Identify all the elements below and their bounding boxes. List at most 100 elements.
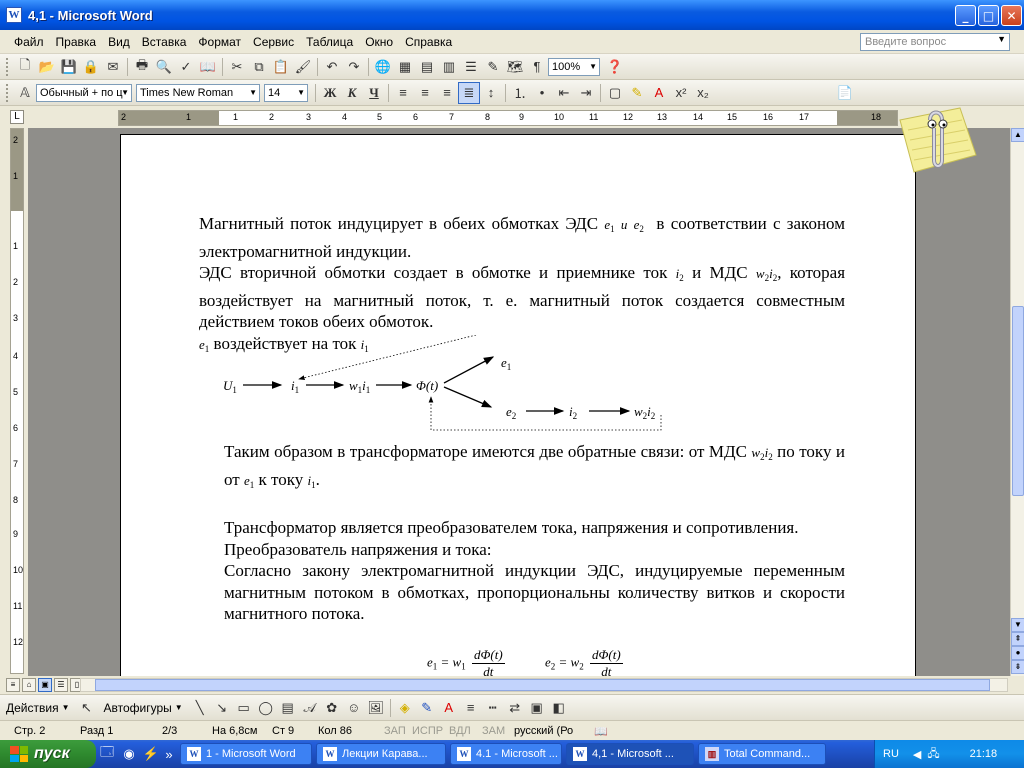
- scrollbar-thumb[interactable]: [95, 679, 990, 691]
- insert-table-icon[interactable]: ▤: [416, 56, 438, 78]
- bullets-icon[interactable]: •: [531, 82, 553, 104]
- status-overtype[interactable]: ЗАМ: [482, 725, 505, 737]
- superscript-icon[interactable]: x²: [670, 82, 692, 104]
- maximize-button[interactable]: □: [978, 5, 999, 26]
- insert-excel-icon[interactable]: ▥: [438, 56, 460, 78]
- scroll-up-icon[interactable]: ▲: [1011, 128, 1024, 142]
- menu-file[interactable]: Файл: [8, 32, 50, 52]
- vertical-ruler[interactable]: 2 1 1 2 3 4 5 6 7 8 9 10 11 12: [10, 128, 24, 674]
- select-objects-icon[interactable]: ↖: [76, 697, 98, 719]
- print-layout-icon[interactable]: ▣: [38, 678, 52, 692]
- paste-icon[interactable]: 📋: [270, 56, 292, 78]
- redo-icon[interactable]: ↷: [343, 56, 365, 78]
- subscript-icon[interactable]: x₂: [692, 82, 714, 104]
- cut-icon[interactable]: ✂: [226, 56, 248, 78]
- increase-indent-icon[interactable]: ⇥: [575, 82, 597, 104]
- align-center-icon[interactable]: ≡: [414, 82, 436, 104]
- previous-page-icon[interactable]: ⇞: [1011, 632, 1024, 646]
- permission-icon[interactable]: 🔒: [80, 56, 102, 78]
- hyperlink-icon[interactable]: 🌐: [372, 56, 394, 78]
- rectangle-tool-icon[interactable]: ▭: [233, 697, 255, 719]
- fill-color-icon[interactable]: ◈: [394, 697, 416, 719]
- align-right-icon[interactable]: ≡: [436, 82, 458, 104]
- document-map-icon[interactable]: 🗺: [504, 56, 526, 78]
- close-button[interactable]: ✕: [1001, 5, 1022, 26]
- new-document-icon[interactable]: 🗋: [14, 56, 36, 78]
- email-icon[interactable]: ✉: [102, 56, 124, 78]
- menu-format[interactable]: Формат: [192, 32, 247, 52]
- menu-tools[interactable]: Сервис: [247, 32, 300, 52]
- language-indicator[interactable]: RU: [883, 748, 899, 760]
- chevron-right-icon[interactable]: »: [162, 743, 176, 765]
- highlight-icon[interactable]: ✎: [626, 82, 648, 104]
- font-color-icon[interactable]: A: [648, 82, 670, 104]
- quick-launch-desktop-icon[interactable]: 🗔: [96, 743, 118, 765]
- document-page[interactable]: Магнитный поток индуцирует в обеих обмот…: [120, 134, 916, 676]
- align-left-icon[interactable]: ≡: [392, 82, 414, 104]
- next-page-icon[interactable]: ⇟: [1011, 660, 1024, 674]
- start-button[interactable]: пуск: [0, 740, 96, 768]
- border-icon[interactable]: ▢: [604, 82, 626, 104]
- status-track-changes[interactable]: ИСПР: [412, 725, 443, 737]
- numbering-icon[interactable]: ⒈: [509, 82, 531, 104]
- shadow-style-icon[interactable]: ▣: [526, 697, 548, 719]
- reading-layout-icon[interactable]: 📄: [834, 82, 856, 104]
- menu-help[interactable]: Справка: [399, 32, 458, 52]
- font-select[interactable]: Times New Roman ▼: [136, 83, 260, 102]
- wordart-icon[interactable]: 𝒜: [299, 697, 321, 719]
- ask-question-input[interactable]: Введите вопрос: [860, 33, 1010, 51]
- menu-edit[interactable]: Правка: [50, 32, 103, 52]
- research-icon[interactable]: 📖: [197, 56, 219, 78]
- save-icon[interactable]: 💾: [58, 56, 80, 78]
- taskbar-item[interactable]: ▥ Total Command...: [698, 743, 826, 765]
- copy-icon[interactable]: ⧉: [248, 56, 270, 78]
- line-color-icon[interactable]: ✎: [416, 697, 438, 719]
- chevron-down-icon[interactable]: ▼: [997, 34, 1006, 44]
- tables-borders-icon[interactable]: ▦: [394, 56, 416, 78]
- font-size-select[interactable]: 14 ▼: [264, 83, 308, 102]
- clip-art-icon[interactable]: ☺: [343, 697, 365, 719]
- print-icon[interactable]: 🖶: [131, 56, 153, 78]
- spelling-icon[interactable]: ✓: [175, 56, 197, 78]
- decrease-indent-icon[interactable]: ⇤: [553, 82, 575, 104]
- quick-launch-opera-icon[interactable]: ◉: [118, 743, 140, 765]
- select-browse-object-icon[interactable]: ●: [1011, 646, 1024, 660]
- line-spacing-icon[interactable]: ↕: [480, 82, 502, 104]
- status-extend[interactable]: ВДЛ: [449, 725, 471, 737]
- menu-view[interactable]: Вид: [102, 32, 136, 52]
- taskbar-item-active[interactable]: W 4,1 - Microsoft ...: [566, 743, 694, 765]
- outline-view-icon[interactable]: ☰: [54, 678, 68, 692]
- office-assistant-clippy-icon[interactable]: [890, 100, 980, 180]
- underline-icon[interactable]: Ч: [363, 82, 385, 104]
- 3d-style-icon[interactable]: ◧: [548, 697, 570, 719]
- text-box-icon[interactable]: ▤: [277, 697, 299, 719]
- line-style-icon[interactable]: ≡: [460, 697, 482, 719]
- taskbar-item[interactable]: W Лекции Карава...: [316, 743, 446, 765]
- arrow-style-icon[interactable]: ⇄: [504, 697, 526, 719]
- quick-launch-winamp-icon[interactable]: ⚡: [140, 743, 162, 765]
- bold-icon[interactable]: Ж: [319, 82, 341, 104]
- arrow-tool-icon[interactable]: ↘: [211, 697, 233, 719]
- dash-style-icon[interactable]: ┅: [482, 697, 504, 719]
- justify-icon[interactable]: ≣: [458, 81, 480, 104]
- menu-window[interactable]: Окно: [359, 32, 399, 52]
- italic-icon[interactable]: К: [341, 82, 363, 104]
- actions-menu[interactable]: Действия: [6, 701, 59, 715]
- help-icon[interactable]: ❓: [604, 56, 626, 78]
- web-view-icon[interactable]: ⌂: [22, 678, 36, 692]
- oval-tool-icon[interactable]: ◯: [255, 697, 277, 719]
- tab-selector[interactable]: L: [10, 110, 24, 124]
- taskbar-item[interactable]: W 1 - Microsoft Word: [180, 743, 312, 765]
- zoom-select[interactable]: 100% ▼: [548, 57, 600, 76]
- network-icon[interactable]: 🖧: [927, 745, 939, 764]
- undo-icon[interactable]: ↶: [321, 56, 343, 78]
- vertical-scrollbar[interactable]: ▲ ▼ ⇞ ● ⇟: [1010, 128, 1024, 676]
- styles-icon[interactable]: 𝔸: [14, 82, 36, 104]
- horizontal-ruler[interactable]: 2 1 1 2 3 4 5 6 7 8 9 10 11 12 13 14 15 …: [118, 110, 898, 126]
- font-color-icon[interactable]: A: [438, 697, 460, 719]
- line-tool-icon[interactable]: ╲: [189, 697, 211, 719]
- print-preview-icon[interactable]: 🔍: [153, 56, 175, 78]
- minimize-button[interactable]: _: [955, 5, 976, 26]
- word-app-icon[interactable]: W: [6, 7, 22, 23]
- open-folder-icon[interactable]: 📂: [36, 56, 58, 78]
